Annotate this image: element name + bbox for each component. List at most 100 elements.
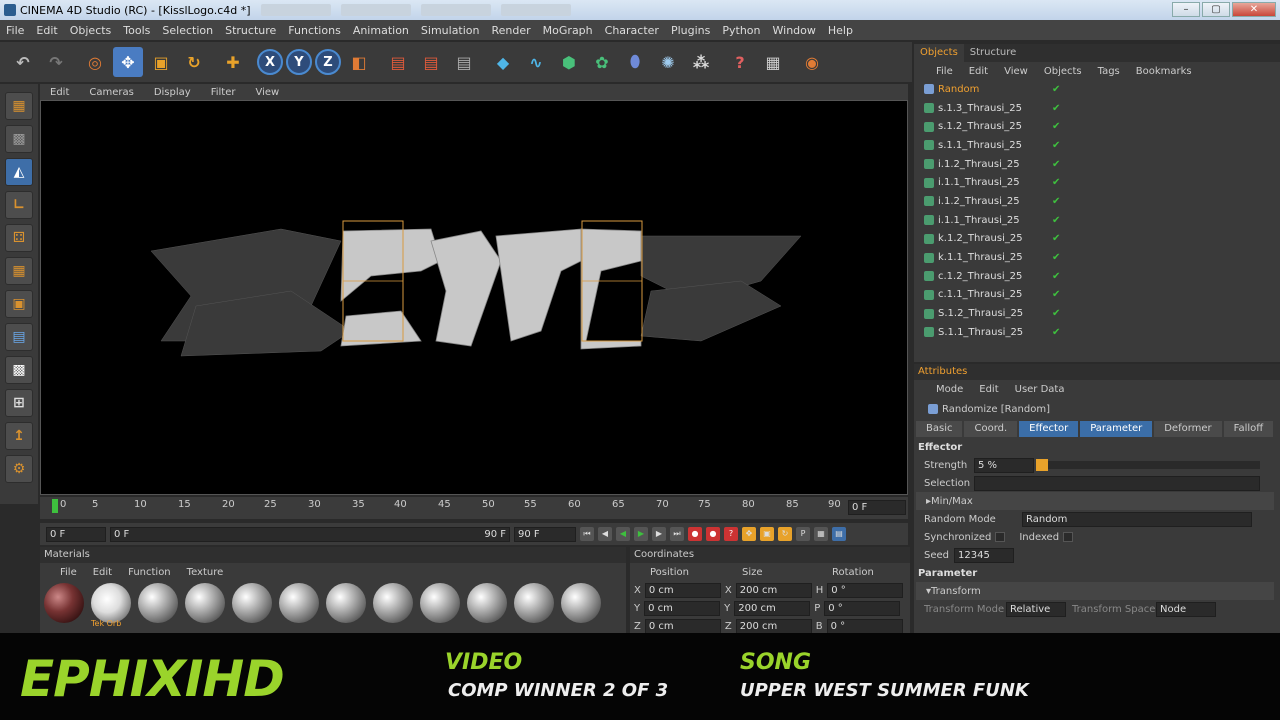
materials-menu-function[interactable]: Function	[128, 567, 171, 578]
tab-deformer[interactable]: Deformer	[1154, 421, 1222, 437]
workplane-icon[interactable]: ⊞	[5, 389, 33, 417]
material-swatch[interactable]	[420, 583, 460, 623]
tab-basic[interactable]: Basic	[916, 421, 963, 437]
play-icon[interactable]: ▶	[634, 527, 648, 541]
menu-simulation[interactable]: Simulation	[415, 24, 486, 37]
checkmark-icon[interactable]: ✔	[1052, 196, 1060, 207]
materials-menu-texture[interactable]: Texture	[187, 567, 224, 578]
viewport-menu-edit[interactable]: Edit	[40, 87, 79, 98]
cube-icon[interactable]: ◆	[488, 47, 518, 77]
materials-menu-edit[interactable]: Edit	[93, 567, 112, 578]
attributes-menu-mode[interactable]: Mode	[936, 384, 963, 395]
menu-plugins[interactable]: Plugins	[665, 24, 716, 37]
strength-slider[interactable]	[1048, 461, 1260, 469]
z-axis-icon[interactable]: Z	[315, 49, 341, 75]
render-settings-icon[interactable]: ▤	[449, 47, 479, 77]
menu-render[interactable]: Render	[486, 24, 537, 37]
goto-end-icon[interactable]: ⏭	[670, 527, 684, 541]
size-y-field[interactable]: 200 cm	[734, 600, 811, 616]
objects-menu-edit[interactable]: Edit	[969, 66, 988, 77]
objects-menu-tags[interactable]: Tags	[1098, 66, 1120, 77]
material-swatch[interactable]	[561, 583, 601, 623]
menu-character[interactable]: Character	[599, 24, 665, 37]
texture-mode-icon[interactable]: ▩	[5, 125, 33, 153]
environment-icon[interactable]: ✺	[653, 47, 683, 77]
menu-edit[interactable]: Edit	[30, 24, 63, 37]
object-row[interactable]: i.1.1_Thrausi_25 ✔	[914, 211, 1280, 230]
scale-icon[interactable]: ▣	[146, 47, 176, 77]
goto-start-icon[interactable]: ⏮	[580, 527, 594, 541]
model-mode-icon[interactable]: ◭	[5, 158, 33, 186]
timeline-options-icon[interactable]: ▤	[832, 527, 846, 541]
x-axis-icon[interactable]: X	[257, 49, 283, 75]
object-row-random[interactable]: Random ✔	[914, 80, 1280, 99]
object-row[interactable]: i.1.2_Thrausi_25 ✔	[914, 155, 1280, 174]
tab-coord[interactable]: Coord.	[964, 421, 1018, 437]
strength-field[interactable]: 5 %	[974, 457, 1034, 473]
settings-icon[interactable]: ▦	[758, 47, 788, 77]
frame-range-slider[interactable]: 0 F 90 F	[110, 526, 510, 542]
viewport-menu-filter[interactable]: Filter	[201, 87, 246, 98]
tab-structure[interactable]: Structure	[964, 44, 1023, 62]
checkmark-icon[interactable]: ✔	[1052, 177, 1060, 188]
record-icon[interactable]: ●	[688, 527, 702, 541]
checkmark-icon[interactable]: ✔	[1052, 233, 1060, 244]
object-row[interactable]: s.1.2_Thrausi_25 ✔	[914, 117, 1280, 136]
transform-mode-select[interactable]: Relative	[1006, 601, 1066, 617]
spline-pen-icon[interactable]: ∿	[521, 47, 551, 77]
checkmark-icon[interactable]: ✔	[1052, 121, 1060, 132]
layout-icon[interactable]: ◉	[797, 47, 827, 77]
checkmark-icon[interactable]: ✔	[1052, 84, 1060, 95]
key-scale-icon[interactable]: ▣	[760, 527, 774, 541]
material-swatch[interactable]	[514, 583, 554, 623]
points-mode-icon[interactable]: ⚃	[5, 224, 33, 252]
menu-structure[interactable]: Structure	[219, 24, 282, 37]
redo-icon[interactable]: ↷	[41, 47, 71, 77]
tab-falloff[interactable]: Falloff	[1223, 421, 1274, 437]
checkmark-icon[interactable]: ✔	[1052, 159, 1060, 170]
rotation-b-field[interactable]: 0 °	[826, 618, 903, 634]
size-z-field[interactable]: 200 cm	[735, 618, 812, 634]
checkmark-icon[interactable]: ✔	[1052, 308, 1060, 319]
seed-field[interactable]: 12345	[954, 547, 1014, 563]
y-axis-icon[interactable]: Y	[286, 49, 312, 75]
tab-effector[interactable]: Effector	[1019, 421, 1079, 437]
timeline-playhead[interactable]	[52, 499, 58, 513]
material-swatch[interactable]	[326, 583, 366, 623]
move-icon[interactable]: ✥	[113, 47, 143, 77]
autokey-icon[interactable]: ●	[706, 527, 720, 541]
random-mode-select[interactable]: Random	[1022, 511, 1252, 527]
materials-menu-file[interactable]: File	[60, 567, 77, 578]
material-swatch[interactable]	[44, 583, 84, 623]
menu-help[interactable]: Help	[822, 24, 859, 37]
object-row[interactable]: s.1.1_Thrausi_25 ✔	[914, 136, 1280, 155]
viewport-menu-view[interactable]: View	[245, 87, 289, 98]
viewport[interactable]	[40, 100, 908, 495]
checkmark-icon[interactable]: ✔	[1052, 215, 1060, 226]
undo-icon[interactable]: ↶	[8, 47, 38, 77]
strength-slider-handle[interactable]	[1036, 459, 1048, 471]
start-frame-field[interactable]: 0 F	[46, 526, 106, 542]
viewport-menu-cameras[interactable]: Cameras	[79, 87, 143, 98]
timeline-ruler[interactable]: 0 5 10 15 20 25 30 35 40 45 50 55 60 65 …	[40, 497, 908, 519]
key-parameter-icon[interactable]: P	[796, 527, 810, 541]
deformer-icon[interactable]: ⬮	[620, 47, 650, 77]
object-row[interactable]: k.1.2_Thrausi_25 ✔	[914, 230, 1280, 249]
rotation-h-field[interactable]: 0 °	[827, 582, 904, 598]
object-row[interactable]: k.1.1_Thrausi_25 ✔	[914, 248, 1280, 267]
object-mode-icon[interactable]: ∟	[5, 191, 33, 219]
edges-mode-icon[interactable]: ▦	[5, 257, 33, 285]
play-backward-icon[interactable]: ◀	[616, 527, 630, 541]
attributes-menu-user-data[interactable]: User Data	[1015, 384, 1065, 395]
key-pla-icon[interactable]: ▦	[814, 527, 828, 541]
selection-field[interactable]	[974, 475, 1260, 491]
minimize-button[interactable]: –	[1172, 2, 1200, 17]
objects-menu-view[interactable]: View	[1004, 66, 1028, 77]
key-position-icon[interactable]: ✥	[742, 527, 756, 541]
object-row[interactable]: s.1.3_Thrausi_25 ✔	[914, 99, 1280, 118]
maximize-button[interactable]: ▢	[1202, 2, 1230, 17]
axis-mode-icon[interactable]: ▤	[5, 323, 33, 351]
help-icon[interactable]: ?	[725, 47, 755, 77]
locked-workplane-icon[interactable]: ⚙	[5, 455, 33, 483]
menu-mograph[interactable]: MoGraph	[537, 24, 599, 37]
